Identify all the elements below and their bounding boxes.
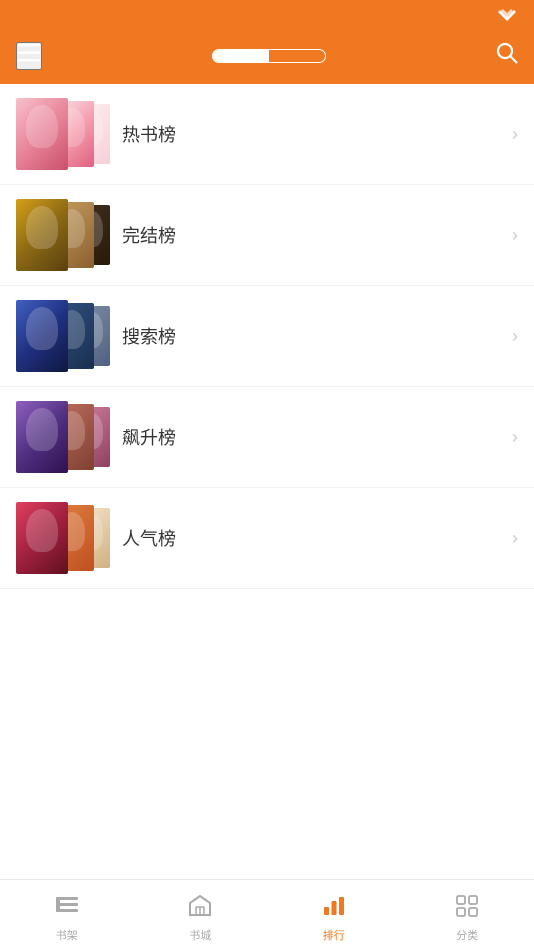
rank-label: 热书榜 [122, 121, 512, 147]
book-covers [16, 195, 106, 275]
nav-icon-书架 [54, 893, 80, 923]
book-cover-1 [16, 98, 68, 170]
book-covers [16, 498, 106, 578]
rank-item[interactable]: 完结榜› [0, 185, 534, 286]
wifi-icon [498, 7, 516, 21]
nav-item-书城[interactable]: 书城 [134, 887, 268, 943]
gender-tab-group [212, 49, 326, 63]
chevron-right-icon: › [512, 427, 518, 448]
nav-label-书架: 书架 [56, 927, 78, 943]
book-cover-1 [16, 401, 68, 473]
rank-item[interactable]: 搜索榜› [0, 286, 534, 387]
nav-label-排行: 排行 [323, 927, 345, 943]
chevron-right-icon: › [512, 124, 518, 145]
app-header [0, 28, 534, 84]
status-bar [0, 0, 534, 28]
rank-label: 完结榜 [122, 222, 512, 248]
tab-female[interactable] [269, 50, 325, 62]
nav-item-排行[interactable]: 排行 [267, 887, 401, 943]
search-button[interactable] [496, 42, 518, 70]
rank-item[interactable]: 热书榜› [0, 84, 534, 185]
book-covers [16, 296, 106, 376]
nav-item-书架[interactable]: 书架 [0, 887, 134, 943]
book-cover-1 [16, 300, 68, 372]
nav-icon-分类 [454, 893, 480, 923]
menu-button[interactable] [16, 42, 42, 70]
book-cover-1 [16, 199, 68, 271]
book-covers [16, 94, 106, 174]
nav-item-分类[interactable]: 分类 [401, 887, 534, 943]
rank-item[interactable]: 飙升榜› [0, 387, 534, 488]
nav-label-书城: 书城 [189, 927, 211, 943]
main-content: 热书榜›完结榜›搜索榜›飙升榜›人气榜› [0, 84, 534, 879]
tab-male[interactable] [213, 50, 269, 62]
book-covers [16, 397, 106, 477]
rank-item[interactable]: 人气榜› [0, 488, 534, 589]
nav-icon-书城 [187, 893, 213, 923]
book-cover-1 [16, 502, 68, 574]
nav-label-分类: 分类 [456, 927, 478, 943]
chevron-right-icon: › [512, 528, 518, 549]
chevron-right-icon: › [512, 326, 518, 347]
chevron-right-icon: › [512, 225, 518, 246]
nav-icon-排行 [321, 893, 347, 923]
bottom-nav: 书架 书城 排行 分类 [0, 879, 534, 949]
rank-label: 人气榜 [122, 525, 512, 551]
rank-label: 飙升榜 [122, 424, 512, 450]
rank-label: 搜索榜 [122, 323, 512, 349]
